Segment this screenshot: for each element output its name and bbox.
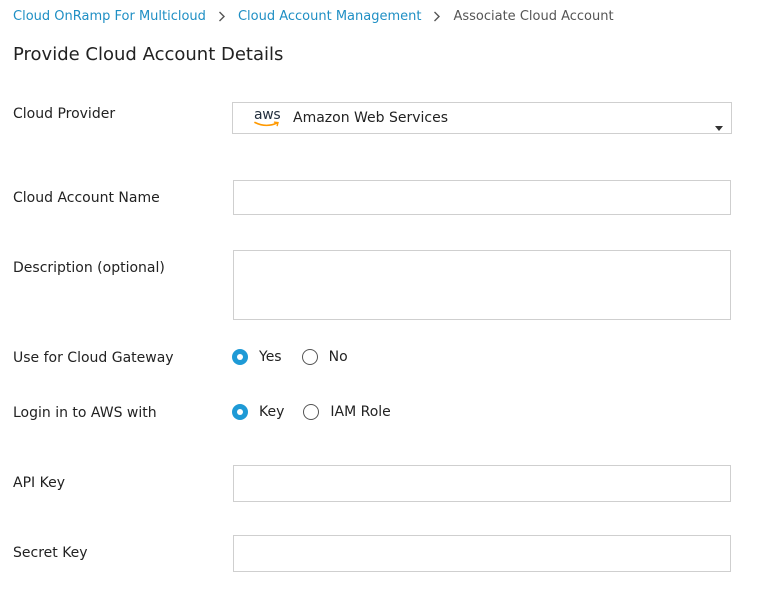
radio-selected-icon [232,404,248,420]
radio-unselected-icon [301,349,318,365]
cloud-provider-select[interactable]: aws Amazon Web Services [232,102,732,134]
cloud-provider-label: Cloud Provider [13,106,116,122]
radio-label: Key [259,404,285,420]
breadcrumb: Cloud OnRamp For Multicloud Cloud Accoun… [13,9,614,24]
account-name-label: Cloud Account Name [13,190,160,206]
account-name-field[interactable] [233,180,731,215]
use-gateway-no-radio[interactable]: No [301,349,348,365]
login-key-radio[interactable]: Key [232,404,284,420]
cloud-provider-value: Amazon Web Services [293,110,449,126]
api-key-field[interactable] [233,465,731,502]
page-title: Provide Cloud Account Details [13,44,284,65]
secret-key-label: Secret Key [13,545,88,561]
breadcrumb-current: Associate Cloud Account [453,9,614,24]
breadcrumb-link-account-management[interactable]: Cloud Account Management [238,9,422,24]
secret-key-field[interactable] [233,535,731,572]
login-with-radio-group: Key IAM Role [232,404,391,420]
radio-unselected-icon [303,404,320,420]
radio-label: IAM Role [330,404,391,420]
description-field[interactable] [233,250,731,320]
caret-down-icon [715,116,723,135]
chevron-right-icon [218,11,226,22]
radio-selected-icon [232,349,248,365]
description-label: Description (optional) [13,260,165,276]
login-with-label: Login in to AWS with [13,405,157,421]
breadcrumb-link-cloud-onramp[interactable]: Cloud OnRamp For Multicloud [13,9,206,24]
chevron-right-icon [433,11,441,22]
use-gateway-yes-radio[interactable]: Yes [232,349,282,365]
radio-label: Yes [259,349,282,365]
api-key-label: API Key [13,475,65,491]
aws-logo-icon: aws [253,105,283,131]
use-gateway-label: Use for Cloud Gateway [13,350,174,366]
use-gateway-radio-group: Yes No [232,349,348,365]
login-iam-role-radio[interactable]: IAM Role [303,404,391,420]
radio-label: No [328,349,348,365]
